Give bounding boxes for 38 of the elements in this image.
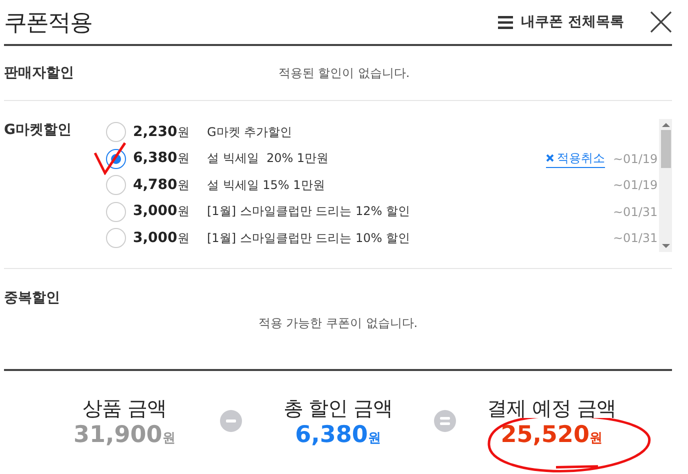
radio-button[interactable] [106,202,126,222]
section-label: 중복할인 [4,288,61,306]
coupon-name: 설 빅세일 20% 1만원 [207,150,330,168]
close-icon [546,154,554,162]
empty-message: 적용된 할인이 없습니다. [277,64,411,82]
close-icon[interactable] [650,11,672,33]
coupon-name: [1월] 스마일클럽만 드리는 12% 할인 [207,203,411,220]
amount-value: 6,380원 [295,422,381,448]
amount-label: 총 할인 금액 [283,394,393,422]
scrollbar-thumb[interactable] [660,130,670,168]
radio-button[interactable] [106,228,126,248]
radio-button[interactable] [106,175,126,196]
radio-button[interactable] [106,148,126,169]
my-coupons-link[interactable]: 내쿠폰 전체목록 [498,13,624,31]
dialog-title: 쿠폰적용 [4,8,93,38]
coupon-name: [1월] 스마일클럽만 드리는 10% 할인 [207,230,411,247]
section-label: G마켓할인 [4,121,72,140]
empty-message: 적용 가능한 쿠폰이 없습니다. [257,314,419,332]
coupon-amount: 3,000원 [133,203,190,220]
equals-icon [434,410,456,432]
amount-label: 결제 예정 금액 [487,394,616,422]
coupon-amount: 4,780원 [133,176,190,194]
amount-value: 25,520원 [500,422,602,448]
cancel-link[interactable]: 적용취소 [546,150,605,168]
menu-icon [498,16,514,28]
scroll-up-icon[interactable] [662,122,670,128]
minus-icon [220,410,242,432]
coupon-name: G마켓 추가할인 [207,124,294,141]
coupon-name: 설 빅세일 15% 1만원 [207,176,326,194]
coupon-amount: 2,230원 [133,124,190,141]
coupon-amount: 6,380원 [133,150,190,168]
section-label: 판매자할인 [4,64,75,82]
radio-button[interactable] [106,122,126,142]
amount-label: 상품 금액 [82,394,166,422]
scroll-down-icon[interactable] [662,242,670,248]
amount-value: 31,900원 [74,422,176,448]
coupon-amount: 3,000원 [133,230,190,247]
scrollbar[interactable] [659,119,672,252]
